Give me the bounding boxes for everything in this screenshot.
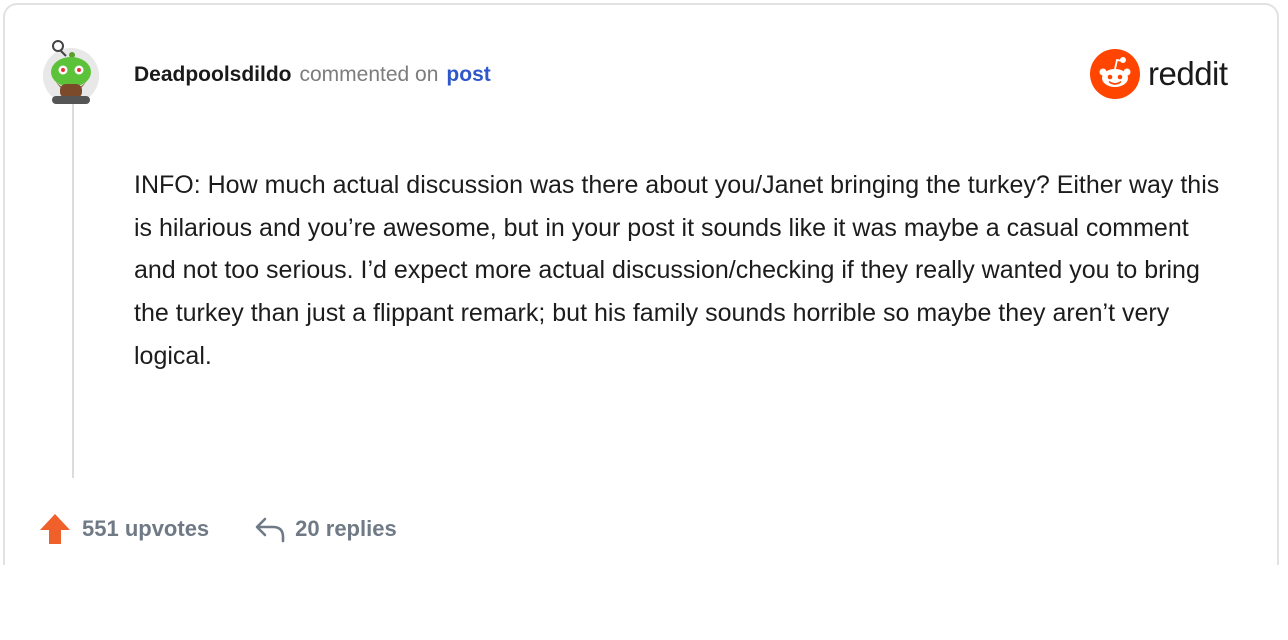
username-link[interactable]: Deadpoolsdildo xyxy=(134,63,292,87)
action-text: commented on xyxy=(299,63,439,86)
snoo-avatar-icon xyxy=(43,40,99,104)
reddit-wordmark: reddit xyxy=(1148,55,1228,92)
comment-footer: 551 upvotes 20 replies xyxy=(38,510,397,548)
comment-body: INFO: How much actual discussion was the… xyxy=(134,171,1220,370)
reddit-logo[interactable]: reddit xyxy=(1090,48,1228,100)
post-link[interactable]: post xyxy=(446,63,490,87)
replies-count: 20 replies xyxy=(295,516,397,541)
page-background xyxy=(0,565,1288,640)
upvote-count: 551 upvotes xyxy=(82,516,210,541)
thread-line[interactable] xyxy=(72,100,74,478)
reddit-snoo-icon xyxy=(1090,49,1140,99)
comment-header: Deadpoolsdildo commented on post xyxy=(134,60,491,90)
replies-button[interactable]: 20 replies xyxy=(253,514,397,544)
user-avatar[interactable] xyxy=(38,38,104,104)
upvote-arrow-icon[interactable] xyxy=(38,512,72,546)
reply-arrow-icon xyxy=(253,514,287,544)
